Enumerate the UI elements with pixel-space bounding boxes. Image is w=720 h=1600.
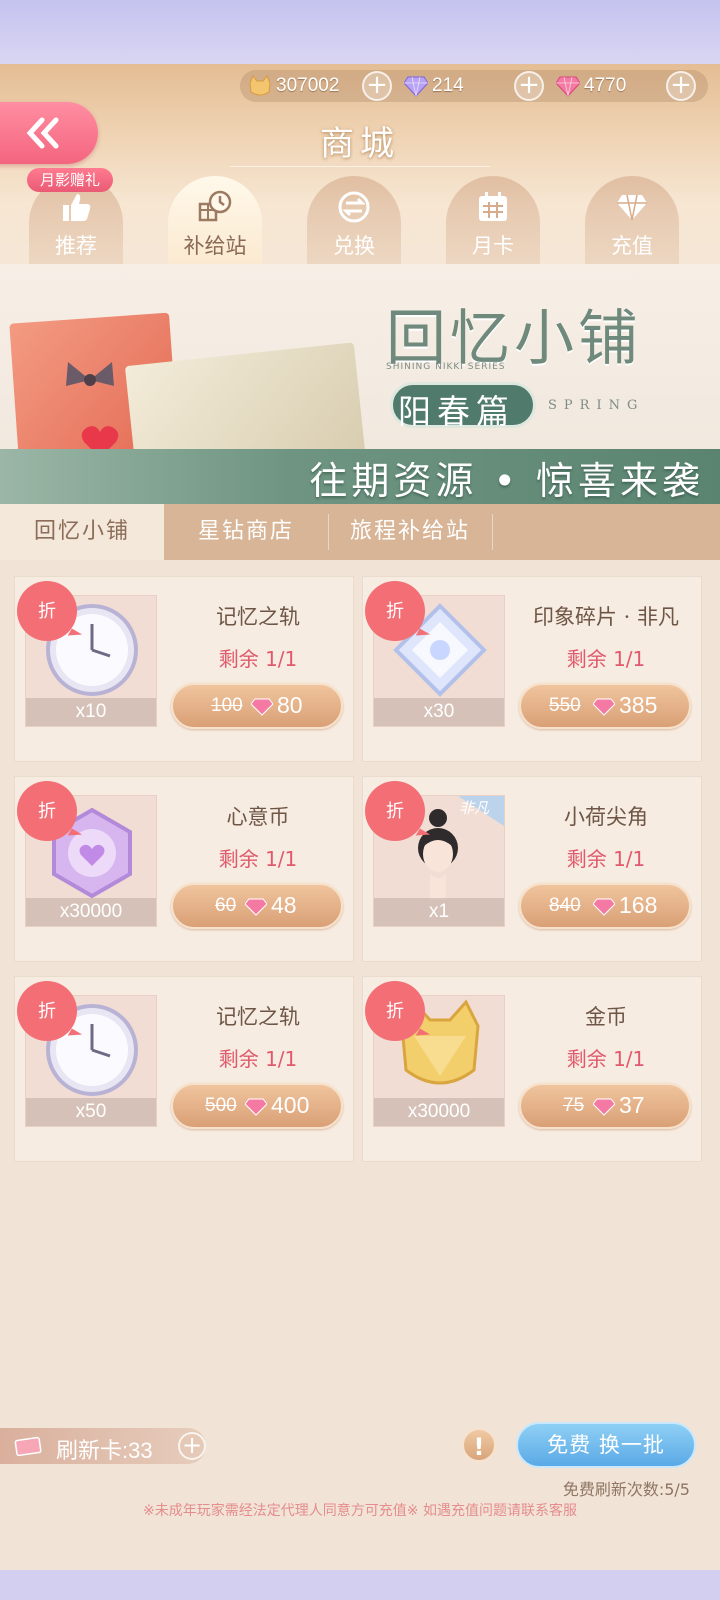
item-quantity: x30000 xyxy=(374,1098,504,1126)
banner-edition: 阳春篇 xyxy=(398,392,515,431)
diamond-icon xyxy=(404,76,428,97)
discount-badge: 折 xyxy=(17,581,77,641)
gift-clock-icon xyxy=(198,190,232,222)
original-price: 60 xyxy=(215,895,237,916)
coin-balance: 307002 xyxy=(248,70,339,102)
item-remaining: 剩余 1/1 xyxy=(566,847,646,871)
currency-bar: 307002 + 214 + 4770 + xyxy=(240,70,708,102)
pink-diamond-icon xyxy=(245,1098,267,1116)
buy-button[interactable]: 500 400 xyxy=(171,1083,343,1129)
subtab-star-diamond-shop[interactable]: 星钻商店 xyxy=(164,504,328,560)
item-quantity: x50 xyxy=(26,1098,156,1126)
add-refresh-card-button[interactable]: + xyxy=(178,1432,206,1460)
item-remaining: 剩余 1/1 xyxy=(218,1047,298,1071)
tab-exchange[interactable]: 兑换 xyxy=(307,176,401,264)
pink-diamond-icon xyxy=(251,698,273,716)
sale-price: 48 xyxy=(271,892,297,918)
shop-item-card[interactable]: x1 非凡 折 小荷尖角 剩余 1/1 840 168 xyxy=(362,776,702,962)
item-remaining: 剩余 1/1 xyxy=(218,647,298,671)
original-price: 75 xyxy=(563,1095,585,1116)
free-refresh-count: 免费刷新次数:5/5 xyxy=(562,1480,690,1499)
original-price: 500 xyxy=(205,1095,237,1116)
sale-price: 37 xyxy=(619,1092,645,1118)
shop-item-card[interactable]: x30000 折 心意币 剩余 1/1 60 48 xyxy=(14,776,354,962)
sale-price: 385 xyxy=(619,692,658,718)
add-coins-button[interactable]: + xyxy=(362,71,392,101)
sale-price: 80 xyxy=(277,692,303,718)
item-name: 小荷尖角 xyxy=(564,805,648,829)
discount-badge: 折 xyxy=(17,781,77,841)
ribbon-bow-icon xyxy=(66,362,114,386)
banner-slogan: 往期资源 • 惊喜来袭 xyxy=(309,459,704,503)
discount-badge: 折 xyxy=(17,981,77,1041)
item-name: 金币 xyxy=(585,1005,627,1029)
shop-item-card[interactable]: x10 折 记忆之轨 剩余 1/1 100 80 xyxy=(14,576,354,762)
item-quantity: x30 xyxy=(374,698,504,726)
title-divider xyxy=(230,166,490,167)
subtab-journey-supply[interactable]: 旅程补给站 xyxy=(328,504,492,560)
shop-header: 307002 + 214 + 4770 + 商城 月影赠礼 推荐 补给站 兑换 … xyxy=(0,64,720,264)
exchange-icon xyxy=(338,191,370,223)
item-name: 心意币 xyxy=(226,805,290,829)
buy-button[interactable]: 550 385 xyxy=(519,683,691,729)
recharge-notice: ※未成年玩家需经法定代理人同意方可充值※ 如遇充值问题请联系客服 xyxy=(143,1503,577,1519)
buy-button[interactable]: 60 48 xyxy=(171,883,343,929)
pink-diamond-icon xyxy=(245,898,267,916)
tab-recharge[interactable]: 充值 xyxy=(585,176,679,264)
thumbs-up-icon xyxy=(63,194,91,221)
cat-coin-icon xyxy=(249,75,271,96)
item-remaining: 剩余 1/1 xyxy=(566,1047,646,1071)
discount-badge: 折 xyxy=(365,781,425,841)
banner-edition-en: SPRING xyxy=(548,398,645,413)
item-name: 印象碎片 · 非凡 xyxy=(532,605,680,629)
tab-supply-station[interactable]: 补给站 xyxy=(168,176,262,264)
star-balance: 4770 xyxy=(556,70,626,102)
pink-diamond-icon xyxy=(593,698,615,716)
tab-monthly-card[interactable]: 月卡 xyxy=(446,176,540,264)
original-price: 840 xyxy=(549,895,581,916)
memory-shop-banner[interactable]: 回忆小铺 SHINING NIKKI SERIES 阳春篇 SPRING 往期资… xyxy=(0,264,720,504)
sale-price: 400 xyxy=(271,1092,310,1118)
add-stars-button[interactable]: + xyxy=(666,71,696,101)
refresh-card-icon xyxy=(14,1436,42,1456)
add-diamonds-button[interactable]: + xyxy=(514,71,544,101)
item-remaining: 剩余 1/1 xyxy=(566,647,646,671)
pink-diamond-icon xyxy=(556,76,580,97)
item-quantity: x10 xyxy=(26,698,156,726)
item-name: 记忆之轨 xyxy=(216,1005,300,1029)
item-name: 记忆之轨 xyxy=(216,605,300,629)
refresh-card-count: 刷新卡:33 xyxy=(56,1438,153,1463)
shop-item-card[interactable]: x30000 折 金币 剩余 1/1 75 37 xyxy=(362,976,702,1162)
item-remaining: 剩余 1/1 xyxy=(218,847,298,871)
shop-subtabs: 回忆小铺 星钻商店 旅程补给站 xyxy=(0,504,720,560)
page-title: 商城 xyxy=(320,124,400,164)
subtab-divider xyxy=(492,514,493,550)
item-quantity: x1 xyxy=(374,898,504,926)
pink-diamond-icon xyxy=(593,1098,615,1116)
banner-series: SHINING NIKKI SERIES xyxy=(386,362,506,372)
discount-badge: 折 xyxy=(365,581,425,641)
calendar-icon xyxy=(479,192,507,221)
free-refresh-button[interactable]: 免费 换一批 xyxy=(516,1422,696,1468)
buy-button[interactable]: 75 37 xyxy=(519,1083,691,1129)
diamond-balance: 214 xyxy=(404,70,464,102)
subtab-memory-shop[interactable]: 回忆小铺 xyxy=(0,504,164,560)
discount-badge: 折 xyxy=(365,981,425,1041)
item-quantity: x30000 xyxy=(26,898,156,926)
sale-price: 168 xyxy=(619,892,658,918)
original-price: 100 xyxy=(211,695,243,716)
buy-button[interactable]: 100 80 xyxy=(171,683,343,729)
info-button[interactable]: ! xyxy=(462,1428,496,1462)
rarity-tag: 非凡 xyxy=(459,799,490,817)
original-price: 550 xyxy=(549,695,581,716)
pink-diamond-icon xyxy=(593,898,615,916)
diamond-outline-icon xyxy=(617,194,647,221)
buy-button[interactable]: 840 168 xyxy=(519,883,691,929)
shop-app: 307002 + 214 + 4770 + 商城 月影赠礼 推荐 补给站 兑换 … xyxy=(0,64,720,1570)
promo-badge[interactable]: 月影赠礼 xyxy=(27,168,113,192)
shop-item-card[interactable]: x50 折 记忆之轨 剩余 1/1 500 400 xyxy=(14,976,354,1162)
shop-item-card[interactable]: x30 折 印象碎片 · 非凡 剩余 1/1 550 385 xyxy=(362,576,702,762)
